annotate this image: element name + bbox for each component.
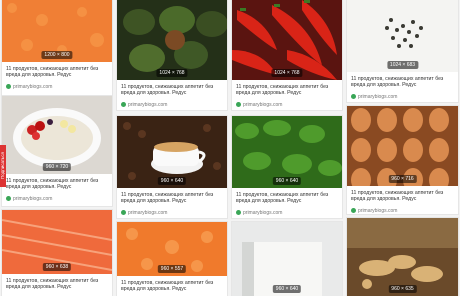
image-size-badge: 960 × 635 xyxy=(388,285,417,293)
pin-card[interactable]: 960 × 557 11 продуктов, снижающих аппети… xyxy=(117,222,227,296)
pin-caption[interactable]: 11 продуктов, снижающих аппетит без вред… xyxy=(121,84,223,97)
pin-card[interactable]: 960 × 640 11 продуктов, снижающих аппети… xyxy=(232,116,342,218)
pin-caption[interactable]: 11 продуктов, снижающих аппетит без вред… xyxy=(121,192,223,205)
pin-source[interactable]: primarybiogs.com xyxy=(351,93,454,100)
image-size-badge: 960 × 720 xyxy=(42,163,72,171)
pin-card[interactable]: 1200 × 800 11 продуктов, снижающих аппет… xyxy=(2,0,112,96)
source-icon xyxy=(351,94,356,99)
source-icon xyxy=(351,208,356,213)
image-size-badge: 960 × 640 xyxy=(272,177,302,185)
pin-source[interactable]: primarybiogs.com xyxy=(236,209,338,216)
image-size-badge: 960 × 640 xyxy=(157,177,187,185)
pin-caption[interactable]: 11 продуктов, снижающих аппетит без вред… xyxy=(6,66,108,79)
image-size-badge: 1024 × 768 xyxy=(156,69,188,77)
image-size-badge: 960 × 716 xyxy=(388,175,417,183)
pin-source[interactable]: primarybiogs.com xyxy=(6,83,108,90)
pin-source[interactable]: primarybiogs.com xyxy=(351,207,454,214)
image-size-badge: 960 × 640 xyxy=(272,285,302,293)
image-size-badge: 1024 × 768 xyxy=(271,69,303,77)
image-size-badge: 1200 × 800 xyxy=(41,51,73,59)
pin-image-pepper[interactable]: 1024 × 683 xyxy=(347,0,458,72)
pin-source[interactable]: primarybiogs.com xyxy=(121,101,223,108)
pin-caption[interactable]: 11 продуктов, снижающих аппетит без вред… xyxy=(6,278,108,291)
source-icon xyxy=(6,84,11,89)
pin-source[interactable]: primarybiogs.com xyxy=(121,209,223,216)
pin-card[interactable]: 960 × 638 11 продуктов, снижающих аппети… xyxy=(2,210,112,296)
image-size-badge: 960 × 557 xyxy=(157,265,187,273)
pin-caption[interactable]: 11 продуктов, снижающих аппетит без вред… xyxy=(236,84,338,97)
pin-image-salmon[interactable]: 960 × 638 xyxy=(2,210,112,274)
pin-caption[interactable]: 11 продуктов, снижающих аппетит без вред… xyxy=(351,76,454,89)
source-icon xyxy=(6,196,11,201)
source-icon xyxy=(121,210,126,215)
pin-source[interactable]: primarybiogs.com xyxy=(6,195,108,202)
pin-caption[interactable]: 11 продуктов, снижающих аппетит без вред… xyxy=(121,280,223,293)
pin-caption[interactable]: 11 продуктов, снижающих аппетит без вред… xyxy=(236,192,338,205)
image-size-badge: 1024 × 683 xyxy=(386,61,419,69)
pin-image-carrot[interactable]: 1200 × 800 xyxy=(2,0,112,62)
pin-image-spinach[interactable]: 960 × 640 xyxy=(232,116,342,188)
pin-image-avocado[interactable]: 1024 × 768 xyxy=(117,0,227,80)
pin-caption[interactable]: 11 продуктов, снижающих аппетит без вред… xyxy=(6,178,108,191)
pin-card[interactable]: 1024 × 683 11 продуктов, снижающих аппет… xyxy=(347,0,458,102)
pin-image-yogurt[interactable]: 960 × 640 xyxy=(232,222,342,296)
pin-card[interactable]: 960 × 635 xyxy=(347,218,458,296)
pin-card[interactable]: 960 × 640 xyxy=(232,222,342,296)
side-subscribe-tab[interactable]: Подписаться xyxy=(0,145,6,187)
pin-card[interactable]: 960 × 720 11 продуктов, снижающих аппети… xyxy=(2,96,112,206)
pin-image-carrot-grated[interactable]: 960 × 557 xyxy=(117,222,227,276)
pin-image-oatmeal[interactable]: 960 × 720 xyxy=(2,96,112,174)
pin-card[interactable]: 1024 × 768 11 продуктов, снижающих аппет… xyxy=(117,0,227,110)
pin-image-eggs[interactable]: 960 × 716 xyxy=(347,106,458,186)
pin-image-coffee[interactable]: 960 × 640 xyxy=(117,116,227,188)
pin-image-chili[interactable]: 1024 × 768 xyxy=(232,0,342,80)
pin-caption[interactable]: 11 продуктов, снижающих аппетит без вред… xyxy=(351,190,454,203)
source-icon xyxy=(236,102,241,107)
source-icon xyxy=(236,210,241,215)
pin-card[interactable]: 960 × 640 11 продуктов, снижающих аппети… xyxy=(117,116,227,218)
pin-source[interactable]: primarybiogs.com xyxy=(236,101,338,108)
pin-image-ginger[interactable]: 960 × 635 xyxy=(347,218,458,296)
pin-card[interactable]: 960 × 716 11 продуктов, снижающих аппети… xyxy=(347,106,458,214)
image-size-badge: 960 × 638 xyxy=(42,263,72,271)
source-icon xyxy=(121,102,126,107)
pin-card[interactable]: 1024 × 768 11 продуктов, снижающих аппет… xyxy=(232,0,342,110)
